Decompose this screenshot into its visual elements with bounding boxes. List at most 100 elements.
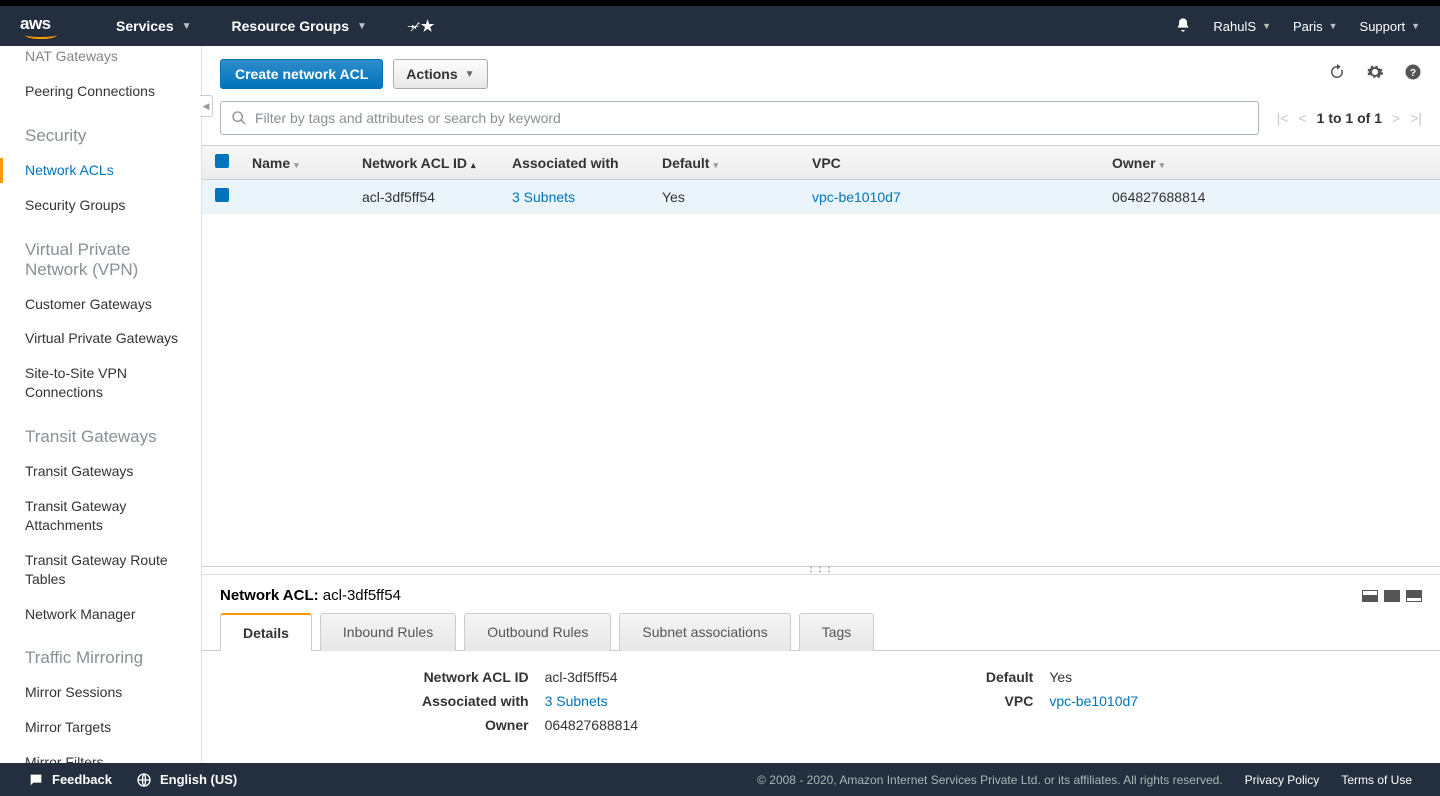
col-vpc[interactable]: VPC <box>802 146 1102 180</box>
tab-subnet-associations[interactable]: Subnet associations <box>619 613 790 651</box>
checkbox-icon <box>215 154 229 168</box>
sidebar-item-site-to-site[interactable]: Site-to-Site VPN Connections <box>25 359 191 407</box>
help-button[interactable]: ? <box>1404 63 1422 86</box>
associated-link[interactable]: 3 Subnets <box>512 189 575 205</box>
sidebar: NAT Gateways Peering Connections Securit… <box>0 46 202 763</box>
chevron-down-icon: ▼ <box>1411 21 1420 31</box>
sort-icon: ▾ <box>1160 160 1165 170</box>
page-last-button[interactable]: >| <box>1410 110 1422 126</box>
chevron-down-icon: ▼ <box>357 21 367 32</box>
support-menu[interactable]: Support ▼ <box>1360 19 1420 34</box>
refresh-button[interactable] <box>1328 63 1346 86</box>
filter-row: |< < 1 to 1 of 1 > >| <box>202 101 1440 145</box>
language-selector[interactable]: English (US) <box>136 772 237 788</box>
aws-header: aws Services ▼ Resource Groups ▼ ★ Rahul… <box>0 6 1440 46</box>
pagination-text: 1 to 1 of 1 <box>1317 110 1382 126</box>
aws-footer: Feedback English (US) © 2008 - 2020, Ama… <box>0 763 1440 796</box>
col-owner[interactable]: Owner▾ <box>1102 146 1440 180</box>
svg-text:?: ? <box>1410 66 1416 78</box>
pin-icon: ★ <box>421 17 434 35</box>
tab-outbound-rules[interactable]: Outbound Rules <box>464 613 611 651</box>
sidebar-item-mirror-targets[interactable]: Mirror Targets <box>25 713 191 742</box>
resource-groups-menu[interactable]: Resource Groups ▼ <box>232 18 367 34</box>
refresh-icon <box>1328 63 1346 81</box>
privacy-link[interactable]: Privacy Policy <box>1245 773 1320 787</box>
settings-button[interactable] <box>1366 63 1384 86</box>
create-network-acl-button[interactable]: Create network ACL <box>220 59 383 89</box>
chevron-down-icon: ▼ <box>465 69 475 80</box>
layout-full-button[interactable] <box>1406 590 1422 602</box>
page-first-button[interactable]: |< <box>1277 110 1289 126</box>
feedback-link[interactable]: Feedback <box>28 772 112 788</box>
user-label: RahulS <box>1213 19 1256 34</box>
page-next-button[interactable]: > <box>1392 110 1400 126</box>
row-checkbox[interactable] <box>202 180 242 214</box>
sidebar-item-customer-gateways[interactable]: Customer Gateways <box>25 290 191 319</box>
pane-splitter[interactable]: ▪ ▪ ▪▪ ▪ ▪ <box>202 566 1440 574</box>
cell-acl-id: acl-3df5ff54 <box>352 180 502 214</box>
cell-default: Yes <box>652 180 802 214</box>
val-vpc: vpc-be1010d7 <box>1049 693 1272 709</box>
vpc-link[interactable]: vpc-be1010d7 <box>1049 693 1138 709</box>
resource-groups-label: Resource Groups <box>232 18 349 34</box>
col-acl-id[interactable]: Network ACL ID▴ <box>352 146 502 180</box>
tab-inbound-rules[interactable]: Inbound Rules <box>320 613 456 651</box>
cell-name <box>242 180 352 214</box>
layout-bottom-button[interactable] <box>1362 590 1378 602</box>
content-pane: Create network ACL Actions ▼ ? <box>202 46 1440 763</box>
main-area: NAT Gateways Peering Connections Securit… <box>0 46 1440 763</box>
sidebar-collapse-handle[interactable]: ◀ <box>200 95 213 117</box>
sidebar-heading-security: Security <box>25 126 191 146</box>
layout-split-button[interactable] <box>1384 590 1400 602</box>
tab-details[interactable]: Details <box>220 613 312 651</box>
search-box[interactable] <box>220 101 1259 135</box>
drag-handle-icon: ▪ ▪ ▪▪ ▪ ▪ <box>810 566 833 574</box>
sidebar-item-tgw-attachments[interactable]: Transit Gateway Attachments <box>25 492 191 540</box>
sidebar-item-network-acls[interactable]: Network ACLs <box>25 156 191 185</box>
actions-button[interactable]: Actions ▼ <box>393 59 487 89</box>
notifications[interactable] <box>1175 17 1191 36</box>
detail-title: Network ACL: acl-3df5ff54 <box>220 587 401 604</box>
sidebar-item-transit-gateways[interactable]: Transit Gateways <box>25 457 191 486</box>
tab-tags[interactable]: Tags <box>799 613 875 651</box>
sidebar-item-security-groups[interactable]: Security Groups <box>25 191 191 220</box>
sidebar-item-mirror-sessions[interactable]: Mirror Sessions <box>25 678 191 707</box>
bell-icon <box>1175 17 1191 36</box>
lbl-vpc: VPC <box>852 693 1033 709</box>
col-associated[interactable]: Associated with <box>502 146 652 180</box>
sidebar-heading-mirror: Traffic Mirroring <box>25 648 191 668</box>
region-label: Paris <box>1293 19 1323 34</box>
terms-link[interactable]: Terms of Use <box>1341 773 1412 787</box>
val-associated: 3 Subnets <box>545 693 740 709</box>
sidebar-item-nat-gateways[interactable]: NAT Gateways <box>25 46 191 71</box>
sidebar-item-tgw-route-tables[interactable]: Transit Gateway Route Tables <box>25 546 191 594</box>
lbl-default: Default <box>852 669 1033 685</box>
table-row[interactable]: acl-3df5ff54 3 Subnets Yes vpc-be1010d7 … <box>202 180 1440 214</box>
sidebar-item-network-manager[interactable]: Network Manager <box>25 600 191 629</box>
associated-link[interactable]: 3 Subnets <box>545 693 608 709</box>
sidebar-item-vpn-gateways[interactable]: Virtual Private Gateways <box>25 324 191 353</box>
page-prev-button[interactable]: < <box>1298 110 1306 126</box>
aws-logo[interactable]: aws <box>20 14 56 39</box>
sidebar-heading-tgw: Transit Gateways <box>25 427 191 447</box>
sidebar-item-peering[interactable]: Peering Connections <box>25 77 191 106</box>
col-default[interactable]: Default▾ <box>652 146 802 180</box>
region-menu[interactable]: Paris ▼ <box>1293 19 1338 34</box>
vpc-link[interactable]: vpc-be1010d7 <box>812 189 901 205</box>
chat-icon <box>28 772 44 788</box>
services-menu[interactable]: Services ▼ <box>116 18 192 34</box>
table-wrap: Name▾ Network ACL ID▴ Associated with De… <box>202 145 1440 566</box>
cell-vpc: vpc-be1010d7 <box>802 180 1102 214</box>
paginator: |< < 1 to 1 of 1 > >| <box>1277 110 1422 126</box>
sort-icon: ▾ <box>294 160 299 170</box>
user-menu[interactable]: RahulS ▼ <box>1213 19 1271 34</box>
lbl-associated: Associated with <box>320 693 529 709</box>
tab-content-details: Network ACL ID acl-3df5ff54 Associated w… <box>202 650 1440 763</box>
col-name[interactable]: Name▾ <box>242 146 352 180</box>
search-input[interactable] <box>255 110 1248 126</box>
header-select-all[interactable] <box>202 146 242 180</box>
sidebar-item-mirror-filters[interactable]: Mirror Filters <box>25 748 191 763</box>
pin-shortcut[interactable]: ★ <box>407 17 434 35</box>
sidebar-heading-vpn: Virtual Private Network (VPN) <box>25 240 191 280</box>
help-icon: ? <box>1404 63 1422 81</box>
